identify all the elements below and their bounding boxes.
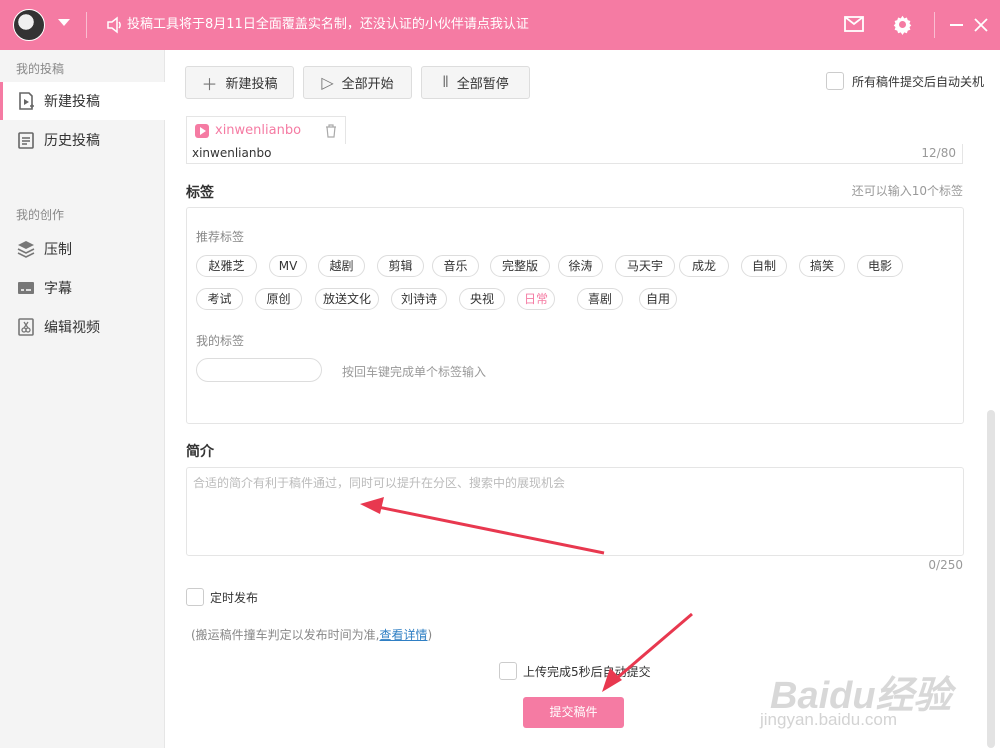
tag-chip[interactable]: 成龙 xyxy=(679,255,729,277)
pause-all-button[interactable]: ‖ 全部暂停 xyxy=(421,66,530,99)
sidebar-item-label: 编辑视频 xyxy=(44,320,100,336)
tag-chip[interactable]: 自制 xyxy=(741,255,787,277)
new-upload-icon xyxy=(19,92,34,110)
tag-chip[interactable]: 完整版 xyxy=(490,255,550,277)
button-label: 新建投稿 xyxy=(225,76,278,91)
tag-chip[interactable]: 徐涛 xyxy=(558,255,603,277)
sidebar-item-label: 新建投稿 xyxy=(44,94,100,110)
chevron-down-icon[interactable] xyxy=(58,19,70,26)
tag-chip[interactable]: 剪辑 xyxy=(377,255,424,277)
speaker-icon xyxy=(107,16,121,34)
button-label: 全部开始 xyxy=(341,76,394,91)
pause-icon: ‖ xyxy=(442,73,449,91)
auto-shutdown-checkbox[interactable] xyxy=(826,72,844,90)
schedule-note: (搬运稿件撞车判定以发布时间为准,查看详情) xyxy=(191,626,432,643)
sidebar-item-edit-video[interactable]: 编辑视频 xyxy=(0,308,165,346)
tag-chip[interactable]: 日常 xyxy=(517,288,555,310)
close-icon[interactable] xyxy=(973,17,989,33)
tag-chip[interactable]: 原创 xyxy=(255,288,302,310)
tag-chip[interactable]: MV xyxy=(269,255,307,277)
sidebar-section-title: 我的投稿 xyxy=(16,62,65,76)
schedule-checkbox[interactable] xyxy=(186,588,204,606)
plus-icon: ＋ xyxy=(201,76,218,94)
sidebar-item-new-upload[interactable]: 新建投稿 xyxy=(0,82,165,120)
divider xyxy=(934,12,935,38)
sidebar-item-history[interactable]: 历史投稿 xyxy=(0,121,165,159)
trash-icon[interactable] xyxy=(325,124,337,138)
sidebar-section-title: 我的创作 xyxy=(16,208,65,222)
description-textarea[interactable]: 合适的简介有利于稿件通过，同时可以提升在分区、搜索中的展现机会 xyxy=(186,467,964,556)
auto-submit-option[interactable]: 上传完成5秒后自动提交 xyxy=(499,662,651,680)
tags-panel: 推荐标签 赵雅芝 MV 越剧 剪辑 音乐 完整版 徐涛 马天宇 成龙 自制 搞笑 电影考试 原创 放送文化… xyxy=(186,207,964,424)
button-label: 全部暂停 xyxy=(456,76,509,91)
schedule-label: 定时发布 xyxy=(210,590,259,605)
tag-chip[interactable]: 越剧 xyxy=(318,255,365,277)
layers-icon xyxy=(17,241,35,258)
edit-video-icon xyxy=(18,318,34,336)
tag-chip[interactable]: 搞笑 xyxy=(799,255,845,277)
form-content: xinwenlianbo 12/80 标签 还可以输入10个标签 推荐标签 赵雅… xyxy=(166,144,986,748)
title-value: xinwenlianbo xyxy=(192,146,272,160)
submit-button[interactable]: 提交稿件 xyxy=(523,697,624,728)
auto-submit-label: 上传完成5秒后自动提交 xyxy=(523,664,651,679)
note-text-end: ) xyxy=(427,628,433,642)
my-tags-label: 我的标签 xyxy=(196,334,245,348)
tag-chip[interactable]: 放送文化 xyxy=(315,288,379,310)
tag-chip[interactable]: 电影 xyxy=(857,255,903,277)
gear-icon[interactable] xyxy=(892,14,913,35)
subtitle-icon xyxy=(18,282,34,294)
scrollbar[interactable] xyxy=(987,410,995,748)
file-tab-name: xinwenlianbo xyxy=(215,123,302,138)
main-panel: ＋ 新建投稿 ▷ 全部开始 ‖ 全部暂停 所有稿件提交后自动关机 xinwenl… xyxy=(166,50,1000,748)
tag-chip[interactable]: 马天宇 xyxy=(615,255,675,277)
auto-shutdown-label: 所有稿件提交后自动关机 xyxy=(852,74,985,89)
recommended-tags-label: 推荐标签 xyxy=(196,230,245,244)
sidebar-item-label: 压制 xyxy=(44,242,72,258)
mail-icon[interactable] xyxy=(844,16,864,32)
my-tag-hint: 按回车键完成单个标签输入 xyxy=(342,365,487,379)
sidebar-item-label: 历史投稿 xyxy=(44,133,100,149)
tag-chip[interactable]: 赵雅芝 xyxy=(196,255,257,277)
view-details-link[interactable]: 查看详情 xyxy=(380,628,428,642)
new-upload-button[interactable]: ＋ 新建投稿 xyxy=(185,66,294,99)
tag-chip[interactable]: 音乐 xyxy=(432,255,479,277)
start-all-button[interactable]: ▷ 全部开始 xyxy=(303,66,412,99)
divider xyxy=(86,12,87,38)
description-label: 简介 xyxy=(186,444,214,460)
tag-chip[interactable]: 考试 xyxy=(196,288,243,310)
title-input[interactable]: xinwenlianbo 12/80 xyxy=(186,144,963,164)
sidebar: 我的投稿 新建投稿 历史投稿 我的创作 压制 字幕 编辑视频 xyxy=(0,50,165,748)
note-text: (搬运稿件撞车判定以发布时间为准, xyxy=(191,628,380,642)
tag-chip[interactable]: 自用 xyxy=(639,288,677,310)
minimize-icon[interactable] xyxy=(950,24,963,26)
watermark-url: jingyan.baidu.com xyxy=(760,710,898,729)
title-bar: 投稿工具将于8月11日全面覆盖实名制，还没认证的小伙伴请点我认证 xyxy=(0,0,1000,50)
avatar[interactable] xyxy=(13,9,45,41)
tags-label: 标签 xyxy=(186,185,214,201)
description-placeholder: 合适的简介有利于稿件通过，同时可以提升在分区、搜索中的展现机会 xyxy=(193,476,566,490)
tag-chip[interactable]: 刘诗诗 xyxy=(391,288,447,310)
sidebar-item-label: 字幕 xyxy=(44,281,72,297)
my-tag-input[interactable] xyxy=(196,358,322,382)
video-file-icon xyxy=(195,123,209,138)
title-char-count: 12/80 xyxy=(921,146,956,160)
schedule-option[interactable]: 定时发布 xyxy=(186,588,258,606)
sidebar-item-subtitle[interactable]: 字幕 xyxy=(0,269,165,307)
announcement-link[interactable]: 投稿工具将于8月11日全面覆盖实名制，还没认证的小伙伴请点我认证 xyxy=(127,16,529,34)
tags-remaining: 还可以输入10个标签 xyxy=(851,184,963,198)
sidebar-item-compress[interactable]: 压制 xyxy=(0,230,165,268)
auto-submit-checkbox[interactable] xyxy=(499,662,517,680)
history-icon xyxy=(18,132,34,149)
tag-chip[interactable]: 央视 xyxy=(459,288,505,310)
auto-shutdown-option[interactable]: 所有稿件提交后自动关机 xyxy=(826,72,984,90)
play-icon: ▷ xyxy=(321,74,334,92)
description-char-count: 0/250 xyxy=(928,558,963,572)
tag-chip[interactable]: 喜剧 xyxy=(577,288,623,310)
file-tab[interactable]: xinwenlianbo xyxy=(186,116,346,144)
